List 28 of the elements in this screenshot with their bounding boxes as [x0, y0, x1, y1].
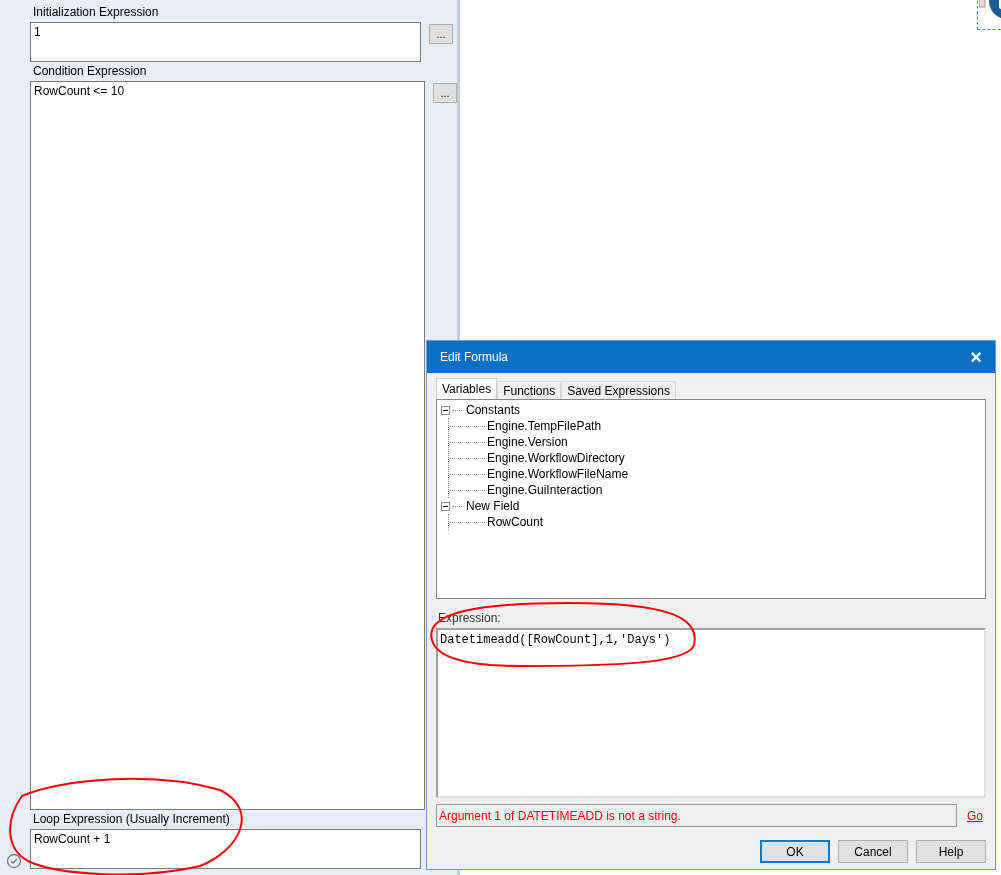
tree-item[interactable]: Engine.Version [487, 435, 568, 449]
dialog-button[interactable]: Cancel [838, 840, 908, 863]
tree-item[interactable]: Engine.TempFilePath [487, 419, 602, 433]
tab[interactable]: Functions [497, 381, 562, 399]
browse-button[interactable]: ... [433, 83, 457, 103]
tree-item[interactable]: New Field [466, 499, 520, 513]
field-label: Condition Expression [32, 64, 148, 78]
tree-item[interactable]: Engine.WorkflowDirectory [487, 451, 625, 465]
tab[interactable]: Variables [436, 378, 498, 399]
dialog-title: Edit Formula [440, 350, 509, 364]
error-message: Argument 1 of DATETIMEADD is not a string. [436, 804, 957, 827]
tree-item[interactable]: Constants [466, 403, 521, 417]
expression-field[interactable]: RowCount <= 10 [30, 81, 425, 810]
tree-item[interactable]: Engine.WorkflowFileName [487, 467, 629, 481]
expression-field[interactable]: 1 [30, 22, 421, 62]
tree-item[interactable]: RowCount [487, 515, 544, 529]
check-icon [6, 853, 22, 869]
browse-button[interactable]: ... [429, 24, 453, 44]
dialog-button[interactable]: OK [760, 840, 830, 863]
collapse-icon[interactable] [441, 405, 450, 415]
collapse-icon[interactable] [441, 501, 450, 511]
go-link[interactable]: Go [967, 808, 983, 823]
expression-editor[interactable]: Datetimeadd([RowCount],1,'Days') [436, 628, 986, 798]
tab[interactable]: Saved Expressions [561, 381, 676, 399]
dialog-button[interactable]: Help [916, 840, 986, 863]
tree-item[interactable]: Engine.GuiInteraction [487, 483, 603, 497]
field-label: Initialization Expression [32, 5, 160, 19]
expression-field[interactable]: RowCount + 1 [30, 829, 421, 869]
